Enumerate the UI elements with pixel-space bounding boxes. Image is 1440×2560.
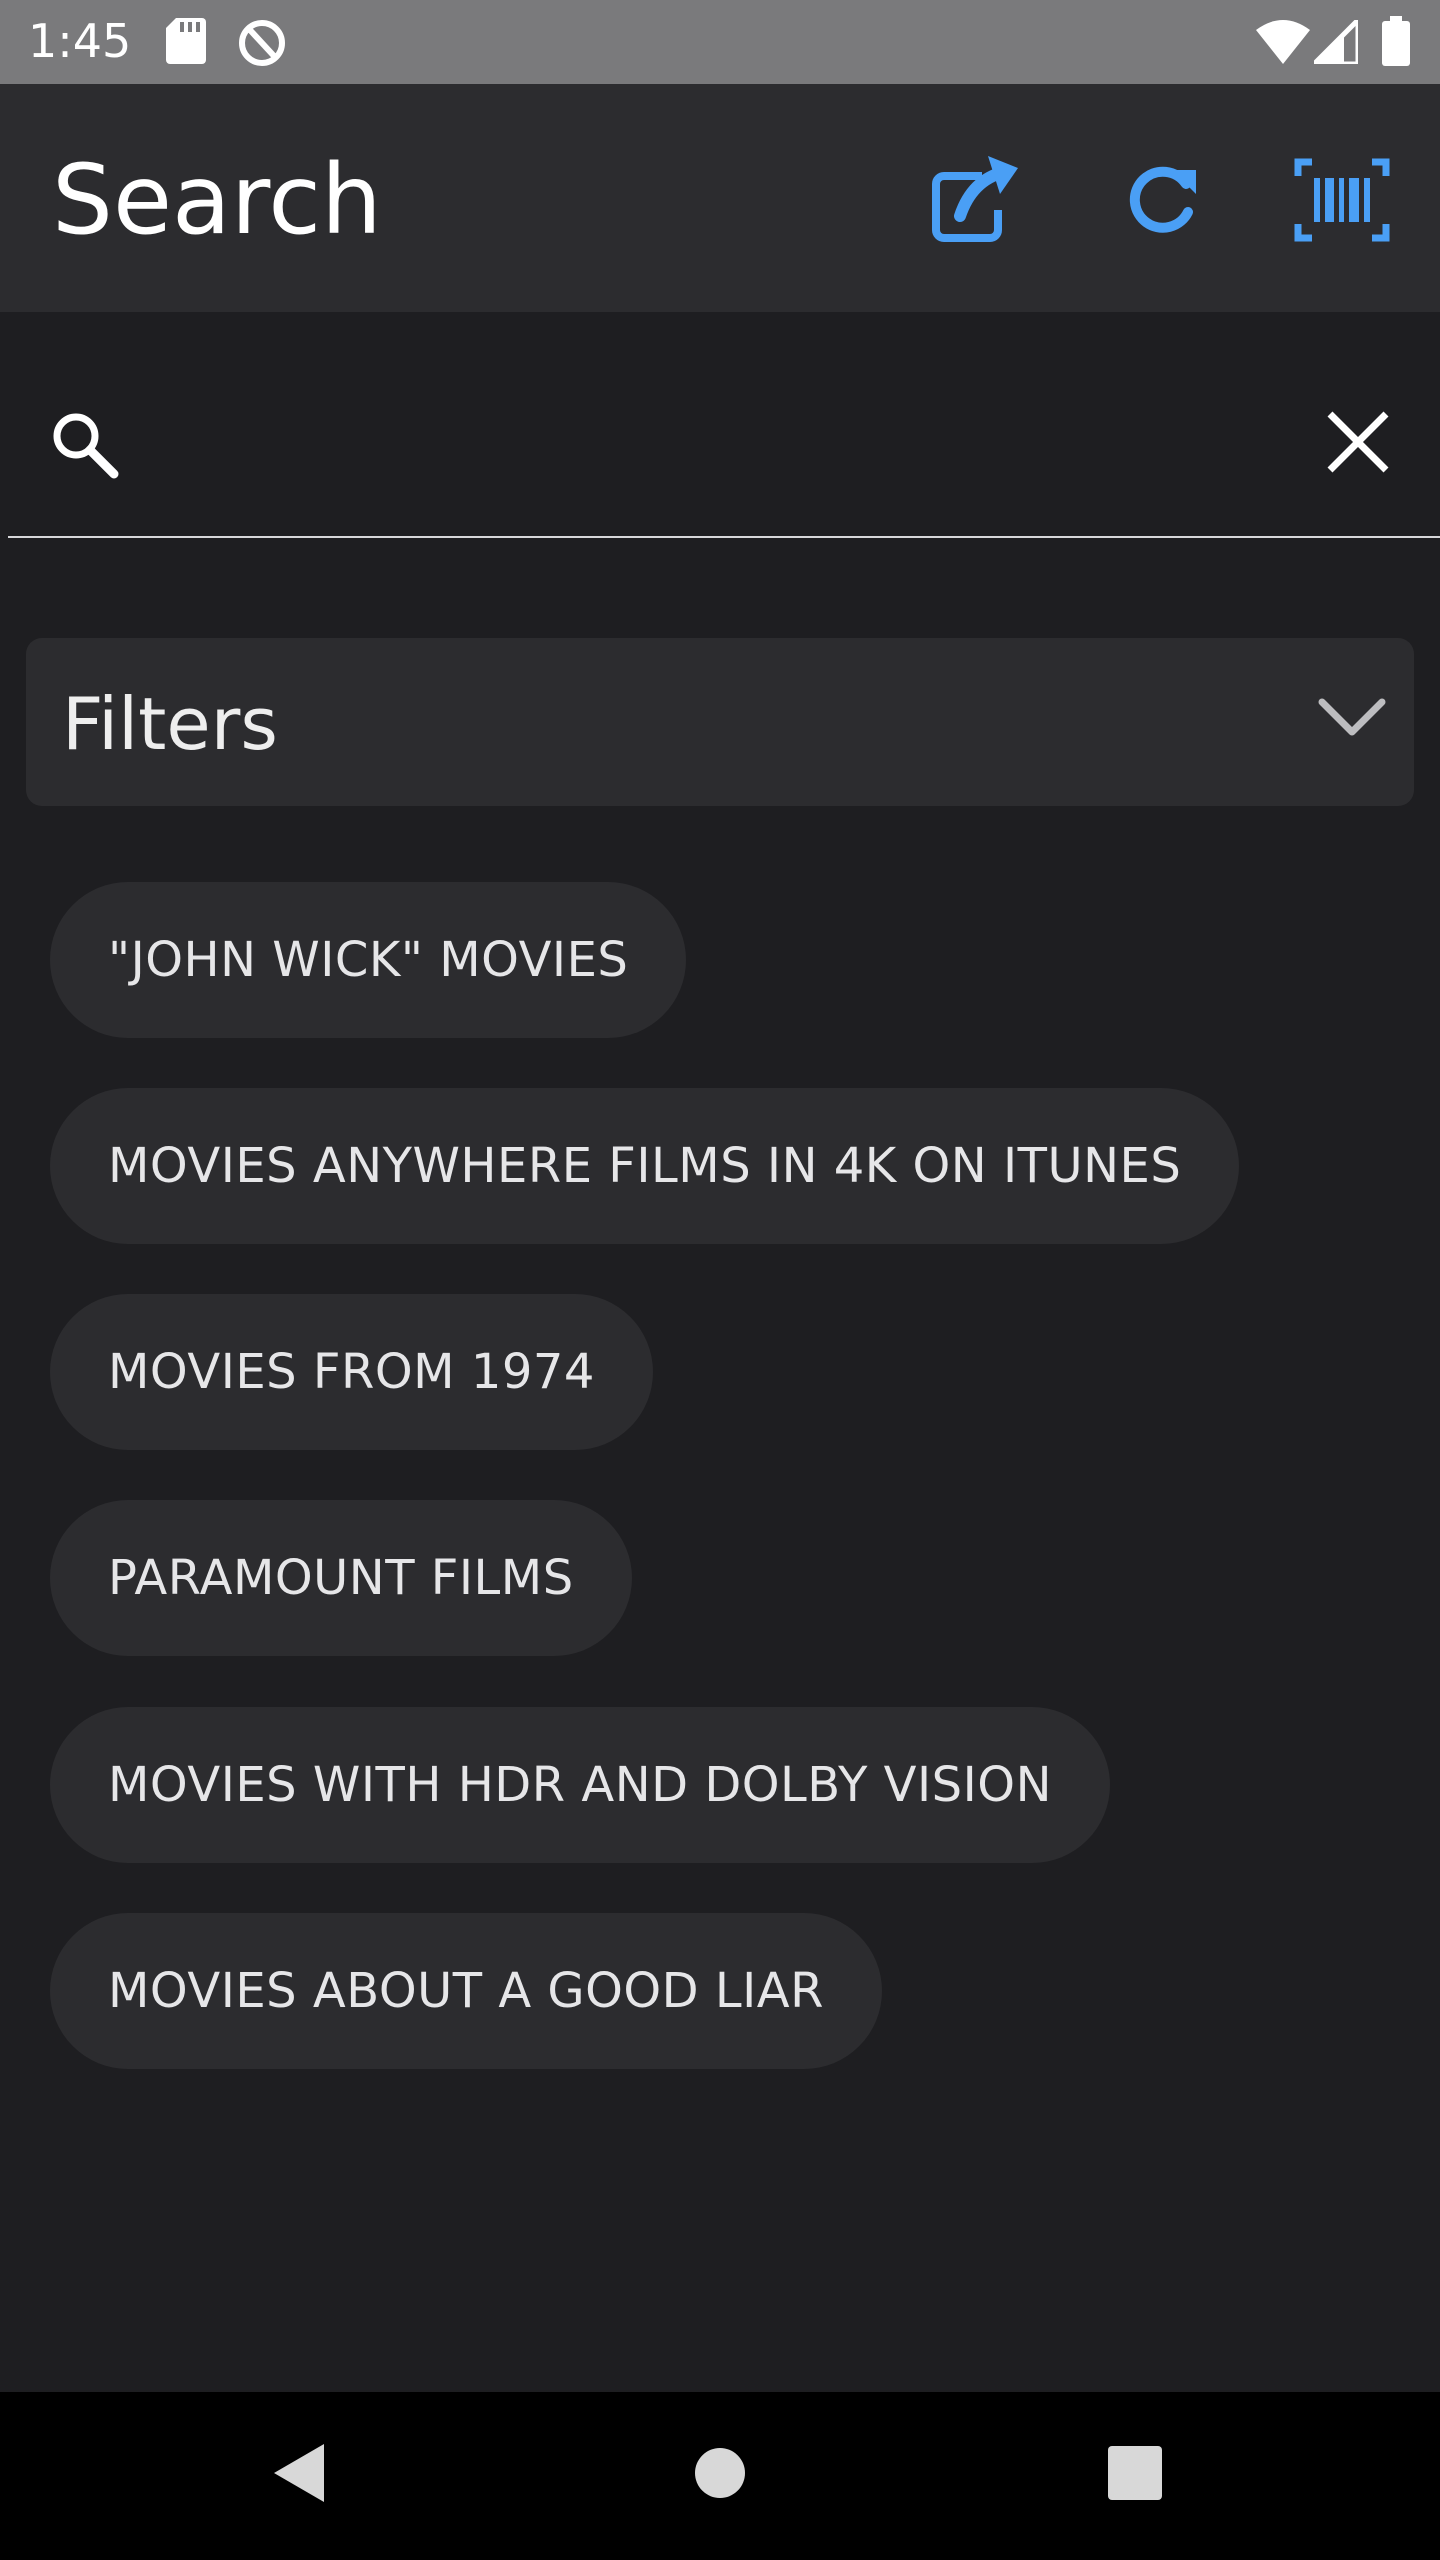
clear-search-button[interactable] [1316,400,1400,484]
suggestion-chip[interactable]: MOVIES WITH HDR AND DOLBY VISION [50,1707,1110,1863]
signal-icon [1307,13,1361,69]
suggestion-chip[interactable]: MOVIES ABOUT A GOOD LIAR [50,1913,882,2069]
home-button[interactable] [693,2446,747,2505]
filters-expander[interactable]: Filters [26,638,1414,806]
status-time: 1:45 [28,14,132,68]
open-external-icon [932,156,1018,242]
data-saver-icon [236,18,288,73]
barcode-scan-button[interactable] [1292,150,1392,250]
back-icon [274,2444,324,2502]
search-field [8,312,1440,538]
suggestion-chip[interactable]: "JOHN WICK" MOVIES [50,882,687,1038]
sd-card-icon [166,18,206,69]
recents-button[interactable] [1108,2446,1162,2505]
suggestion-chip[interactable]: PARAMOUNT FILMS [50,1500,632,1656]
refresh-button[interactable] [1110,150,1210,250]
back-button[interactable] [268,2440,332,2511]
search-icon [50,410,120,485]
filters-title: Filters [62,682,278,766]
open-external-button[interactable] [924,150,1024,250]
suggestion-chip[interactable]: MOVIES FROM 1974 [50,1294,653,1450]
search-input[interactable] [158,392,1282,474]
home-icon [695,2448,745,2498]
system-nav-bar [0,2392,1440,2560]
wifi-icon [1256,20,1310,69]
chevron-down-icon [1316,692,1388,747]
suggestion-chip[interactable]: MOVIES ANYWHERE FILMS IN 4K ON ITUNES [50,1088,1240,1244]
close-icon [1327,411,1389,473]
barcode-scan-icon [1294,158,1390,242]
battery-icon [1382,16,1410,71]
refresh-icon [1129,166,1196,233]
recents-icon [1108,2446,1162,2500]
app-bar: Search [0,84,1440,312]
status-bar: 1:45 [0,0,1440,84]
page-title: Search [52,144,382,256]
